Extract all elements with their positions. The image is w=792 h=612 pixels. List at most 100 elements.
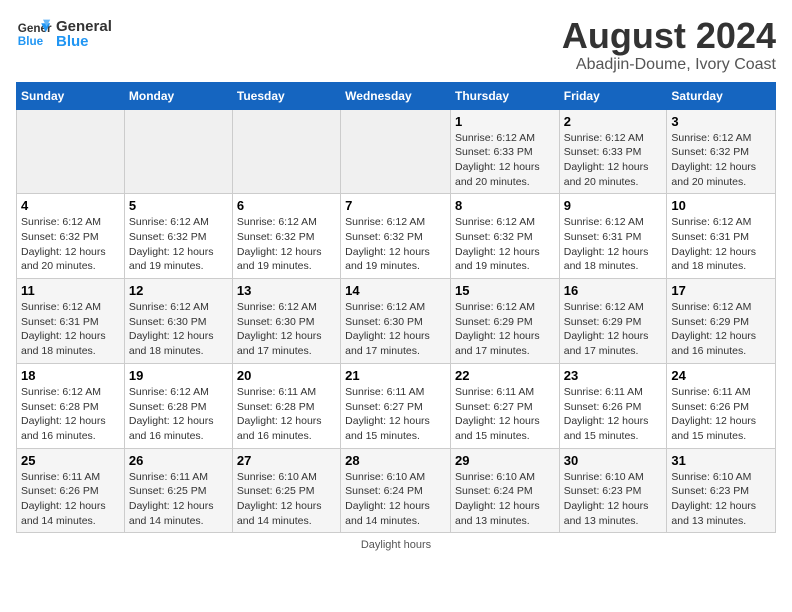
calendar-cell: 12 Sunrise: 6:12 AM Sunset: 6:30 PM Dayli… [124, 279, 232, 364]
calendar-table: SundayMondayTuesdayWednesdayThursdayFrid… [16, 82, 776, 534]
calendar-cell [17, 109, 125, 194]
calendar-day-header: Monday [124, 82, 232, 109]
day-detail: Sunrise: 6:10 AM Sunset: 6:23 PM Dayligh… [671, 470, 771, 529]
calendar-cell: 28 Sunrise: 6:10 AM Sunset: 6:24 PM Dayli… [341, 448, 451, 533]
title-area: August 2024 Abadjin-Doume, Ivory Coast [562, 16, 776, 74]
day-detail: Sunrise: 6:11 AM Sunset: 6:28 PM Dayligh… [237, 385, 336, 444]
day-number: 20 [237, 368, 336, 383]
calendar-cell: 7 Sunrise: 6:12 AM Sunset: 6:32 PM Daylig… [341, 194, 451, 279]
calendar-week-row: 1 Sunrise: 6:12 AM Sunset: 6:33 PM Daylig… [17, 109, 776, 194]
day-detail: Sunrise: 6:12 AM Sunset: 6:32 PM Dayligh… [345, 215, 446, 274]
calendar-cell: 27Sunrise: 6:10 AM Sunset: 6:25 PM Dayli… [232, 448, 340, 533]
calendar-body: 1 Sunrise: 6:12 AM Sunset: 6:33 PM Daylig… [17, 109, 776, 533]
day-number: 28 [345, 453, 446, 468]
day-number: 30 [564, 453, 663, 468]
calendar-header-row: SundayMondayTuesdayWednesdayThursdayFrid… [17, 82, 776, 109]
day-detail: Sunrise: 6:12 AM Sunset: 6:32 PM Dayligh… [129, 215, 228, 274]
day-detail: Sunrise: 6:12 AM Sunset: 6:29 PM Dayligh… [455, 300, 555, 359]
calendar-cell [341, 109, 451, 194]
calendar-day-header: Sunday [17, 82, 125, 109]
logo: General Blue General Blue [16, 16, 112, 52]
calendar-cell: 23 Sunrise: 6:11 AM Sunset: 6:26 PM Dayli… [559, 363, 667, 448]
day-detail: Sunrise: 6:12 AM Sunset: 6:33 PM Dayligh… [564, 131, 663, 190]
day-number: 13 [237, 283, 336, 298]
day-detail: Sunrise: 6:12 AM Sunset: 6:29 PM Dayligh… [671, 300, 771, 359]
calendar-cell: 5 Sunrise: 6:12 AM Sunset: 6:32 PM Daylig… [124, 194, 232, 279]
calendar-cell: 16 Sunrise: 6:12 AM Sunset: 6:29 PM Dayli… [559, 279, 667, 364]
day-number: 7 [345, 198, 446, 213]
day-number: 10 [671, 198, 771, 213]
day-detail: Sunrise: 6:12 AM Sunset: 6:32 PM Dayligh… [455, 215, 555, 274]
calendar-cell: 31 Sunrise: 6:10 AM Sunset: 6:23 PM Dayli… [667, 448, 776, 533]
calendar-day-header: Saturday [667, 82, 776, 109]
day-detail: Sunrise: 6:11 AM Sunset: 6:27 PM Dayligh… [345, 385, 446, 444]
day-number: 26 [129, 453, 228, 468]
calendar-cell: 11 Sunrise: 6:12 AM Sunset: 6:31 PM Dayli… [17, 279, 125, 364]
day-detail: Sunrise: 6:12 AM Sunset: 6:28 PM Dayligh… [21, 385, 120, 444]
day-detail: Sunrise: 6:11 AM Sunset: 6:26 PM Dayligh… [564, 385, 663, 444]
calendar-week-row: 18 Sunrise: 6:12 AM Sunset: 6:28 PM Dayli… [17, 363, 776, 448]
calendar-cell: 22 Sunrise: 6:11 AM Sunset: 6:27 PM Dayli… [450, 363, 559, 448]
calendar-cell: 2 Sunrise: 6:12 AM Sunset: 6:33 PM Daylig… [559, 109, 667, 194]
day-detail: Sunrise: 6:10 AM Sunset: 6:25 PM Dayligh… [237, 470, 336, 529]
day-detail: Sunrise: 6:11 AM Sunset: 6:27 PM Dayligh… [455, 385, 555, 444]
day-number: 5 [129, 198, 228, 213]
calendar-week-row: 11 Sunrise: 6:12 AM Sunset: 6:31 PM Dayli… [17, 279, 776, 364]
day-detail: Sunrise: 6:12 AM Sunset: 6:31 PM Dayligh… [21, 300, 120, 359]
day-detail: Sunrise: 6:12 AM Sunset: 6:29 PM Dayligh… [564, 300, 663, 359]
calendar-cell: 4Sunrise: 6:12 AM Sunset: 6:32 PM Daylig… [17, 194, 125, 279]
page-subtitle: Abadjin-Doume, Ivory Coast [562, 56, 776, 74]
calendar-cell [232, 109, 340, 194]
calendar-cell [124, 109, 232, 194]
logo-line2: Blue [56, 34, 112, 49]
day-number: 11 [21, 283, 120, 298]
day-detail: Sunrise: 6:12 AM Sunset: 6:28 PM Dayligh… [129, 385, 228, 444]
day-detail: Sunrise: 6:12 AM Sunset: 6:32 PM Dayligh… [671, 131, 771, 190]
day-number: 23 [564, 368, 663, 383]
day-number: 16 [564, 283, 663, 298]
calendar-cell: 26 Sunrise: 6:11 AM Sunset: 6:25 PM Dayli… [124, 448, 232, 533]
day-number: 6 [237, 198, 336, 213]
day-number: 12 [129, 283, 228, 298]
calendar-cell: 9 Sunrise: 6:12 AM Sunset: 6:31 PM Daylig… [559, 194, 667, 279]
day-detail: Sunrise: 6:11 AM Sunset: 6:26 PM Dayligh… [671, 385, 771, 444]
footer-label: Daylight hours [16, 539, 776, 551]
calendar-cell: 17Sunrise: 6:12 AM Sunset: 6:29 PM Dayli… [667, 279, 776, 364]
day-number: 31 [671, 453, 771, 468]
calendar-cell: 13 Sunrise: 6:12 AM Sunset: 6:30 PM Dayli… [232, 279, 340, 364]
day-detail: Sunrise: 6:12 AM Sunset: 6:30 PM Dayligh… [345, 300, 446, 359]
calendar-cell: 30Sunrise: 6:10 AM Sunset: 6:23 PM Dayli… [559, 448, 667, 533]
calendar-day-header: Friday [559, 82, 667, 109]
day-number: 22 [455, 368, 555, 383]
day-detail: Sunrise: 6:10 AM Sunset: 6:24 PM Dayligh… [455, 470, 555, 529]
day-number: 8 [455, 198, 555, 213]
day-number: 19 [129, 368, 228, 383]
day-number: 25 [21, 453, 120, 468]
day-number: 2 [564, 114, 663, 129]
logo-icon: General Blue [16, 16, 52, 52]
day-number: 18 [21, 368, 120, 383]
calendar-cell: 25Sunrise: 6:11 AM Sunset: 6:26 PM Dayli… [17, 448, 125, 533]
day-detail: Sunrise: 6:12 AM Sunset: 6:30 PM Dayligh… [237, 300, 336, 359]
day-detail: Sunrise: 6:12 AM Sunset: 6:31 PM Dayligh… [564, 215, 663, 274]
calendar-cell: 15 Sunrise: 6:12 AM Sunset: 6:29 PM Dayli… [450, 279, 559, 364]
day-number: 21 [345, 368, 446, 383]
day-number: 1 [455, 114, 555, 129]
day-detail: Sunrise: 6:12 AM Sunset: 6:31 PM Dayligh… [671, 215, 771, 274]
day-number: 24 [671, 368, 771, 383]
day-number: 14 [345, 283, 446, 298]
calendar-cell: 14 Sunrise: 6:12 AM Sunset: 6:30 PM Dayli… [341, 279, 451, 364]
calendar-cell: 8 Sunrise: 6:12 AM Sunset: 6:32 PM Daylig… [450, 194, 559, 279]
calendar-cell: 24 Sunrise: 6:11 AM Sunset: 6:26 PM Dayli… [667, 363, 776, 448]
day-detail: Sunrise: 6:10 AM Sunset: 6:24 PM Dayligh… [345, 470, 446, 529]
calendar-cell: 29 Sunrise: 6:10 AM Sunset: 6:24 PM Dayli… [450, 448, 559, 533]
calendar-day-header: Wednesday [341, 82, 451, 109]
calendar-day-header: Thursday [450, 82, 559, 109]
day-number: 15 [455, 283, 555, 298]
calendar-cell: 6Sunrise: 6:12 AM Sunset: 6:32 PM Daylig… [232, 194, 340, 279]
day-number: 9 [564, 198, 663, 213]
day-detail: Sunrise: 6:12 AM Sunset: 6:30 PM Dayligh… [129, 300, 228, 359]
day-number: 29 [455, 453, 555, 468]
svg-text:Blue: Blue [18, 35, 44, 48]
day-detail: Sunrise: 6:11 AM Sunset: 6:25 PM Dayligh… [129, 470, 228, 529]
